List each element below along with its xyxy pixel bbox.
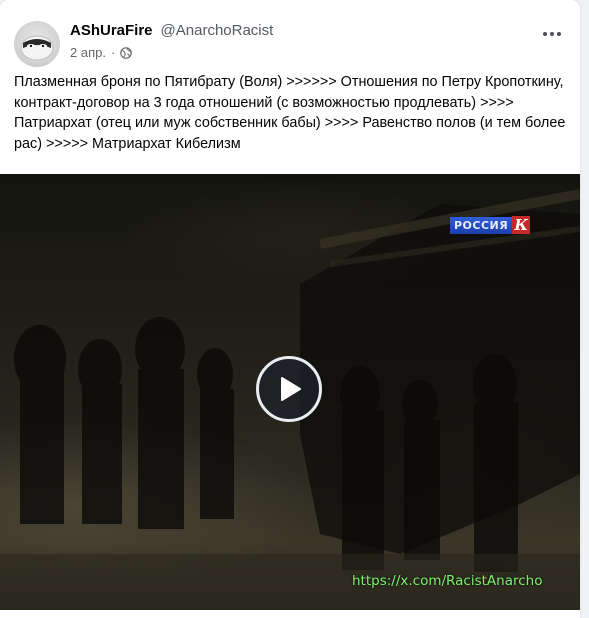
post-date[interactable]: 2 апр. (70, 45, 106, 60)
meta-separator: · (110, 45, 116, 60)
author-display-name[interactable]: AShUraFire (70, 22, 153, 39)
channel-logo-mark: К (512, 216, 531, 234)
play-button[interactable] (256, 356, 322, 422)
post-header: AShUraFire @AnarchoRacist 2 апр. · (14, 16, 566, 67)
author-avatar[interactable] (14, 21, 60, 67)
channel-logo-text: РОССИЯ (450, 216, 513, 234)
channel-logo: РОССИЯ К (450, 216, 531, 234)
more-horizontal-icon (543, 32, 561, 36)
author-handle[interactable]: @AnarchoRacist (161, 22, 274, 39)
post-body-text: Плазменная броня по Пятибрату (Воля) >>>… (14, 74, 566, 152)
masked-face-avatar-icon (20, 35, 54, 61)
play-icon (281, 377, 301, 401)
post-meta: 2 апр. · (70, 45, 133, 60)
post-card: AShUraFire @AnarchoRacist 2 апр. · Плазм… (0, 0, 580, 618)
author-name-row: AShUraFire @AnarchoRacist (70, 22, 273, 42)
video-player[interactable]: РОССИЯ К https://x.com/RacistAnarcho (0, 174, 580, 610)
more-options-button[interactable] (538, 24, 566, 44)
video-watermark: https://x.com/RacistAnarcho (352, 573, 543, 589)
globe-icon[interactable] (120, 46, 133, 59)
